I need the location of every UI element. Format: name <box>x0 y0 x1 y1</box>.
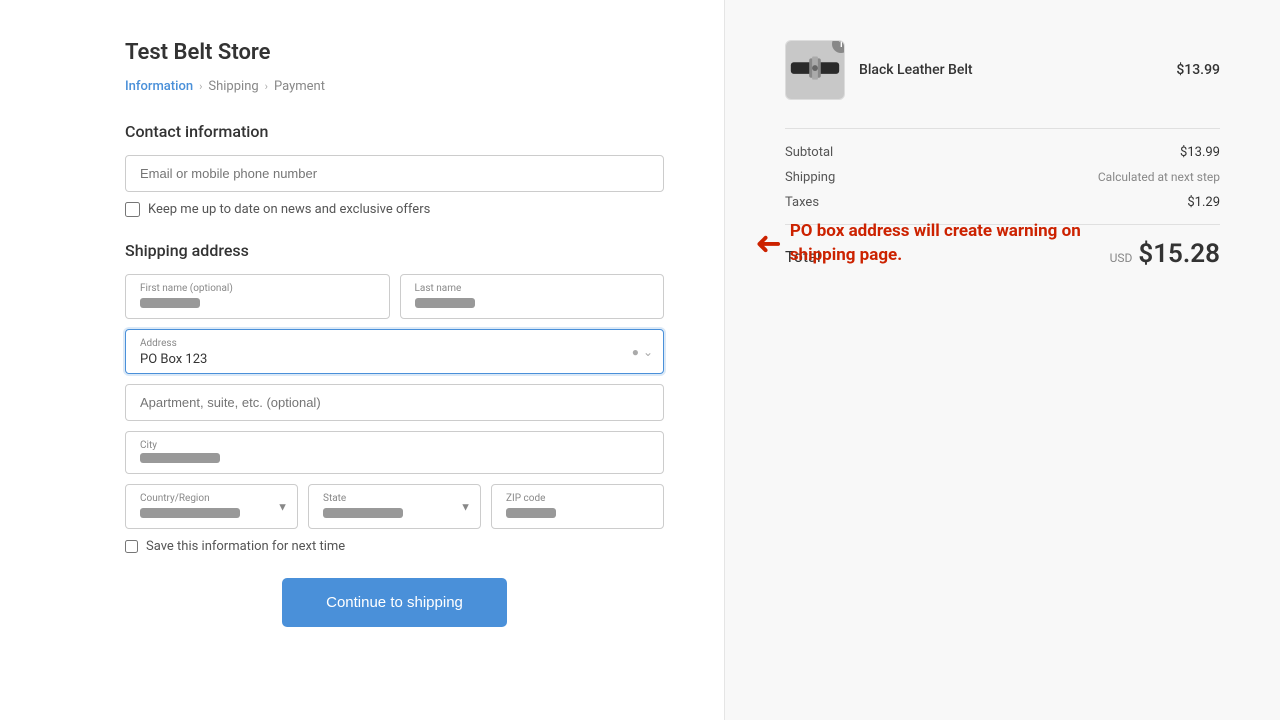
breadcrumb: Information › Shipping › Payment <box>125 79 664 94</box>
product-row: 1 Black Leather Belt $13.99 <box>785 40 1220 100</box>
address-wrapper: Address PO Box 123 ● ⌄ <box>125 329 664 374</box>
subtotal-row: Subtotal $13.99 <box>785 145 1220 160</box>
city-wrapper: City <box>125 431 664 474</box>
shipping-label: Shipping <box>785 170 835 185</box>
person-icon: ● <box>632 345 639 359</box>
annotation-arrow-icon: ➜ <box>755 226 782 261</box>
zip-value-blurred <box>506 508 556 518</box>
breadcrumb-payment[interactable]: Payment <box>274 79 325 94</box>
zip-label: ZIP code <box>506 493 649 504</box>
newsletter-checkbox[interactable] <box>125 202 140 217</box>
subtotal-value: $13.99 <box>1180 145 1220 160</box>
product-image: 1 <box>785 40 845 100</box>
state-group: State ▼ <box>308 484 481 529</box>
state-zip-row: Country/Region ▼ State ▼ ZIP code <box>125 484 664 529</box>
annotation: ➜ PO box address will create warning on … <box>755 220 1110 268</box>
save-checkbox[interactable] <box>125 540 138 553</box>
address-value[interactable]: PO Box 123 <box>140 352 207 367</box>
taxes-label: Taxes <box>785 195 819 210</box>
right-panel: 1 Black Leather Belt $13.99 Subtotal $13… <box>725 0 1280 720</box>
total-amount: $15.28 <box>1138 239 1220 269</box>
state-wrapper: State <box>308 484 481 529</box>
newsletter-row: Keep me up to date on news and exclusive… <box>125 202 664 217</box>
address-label: Address <box>140 338 649 349</box>
breadcrumb-information[interactable]: Information <box>125 79 193 94</box>
left-panel: Test Belt Store Information › Shipping ›… <box>0 0 725 720</box>
newsletter-label: Keep me up to date on news and exclusive… <box>148 202 430 217</box>
last-name-wrapper: Last name <box>400 274 665 319</box>
total-value-wrapper: USD $15.28 <box>1110 239 1220 269</box>
last-name-value-blurred <box>415 298 475 308</box>
city-label: City <box>140 440 649 451</box>
save-row: Save this information for next time <box>125 539 664 554</box>
last-name-label: Last name <box>415 283 650 294</box>
continue-btn-wrapper: Continue to shipping <box>125 578 664 627</box>
annotation-text: PO box address will create warning on sh… <box>790 220 1110 268</box>
zip-group: ZIP code <box>491 484 664 529</box>
country-group: Country/Region ▼ <box>125 484 298 529</box>
divider-1 <box>785 128 1220 129</box>
product-name: Black Leather Belt <box>859 62 1162 78</box>
shipping-row: Shipping Calculated at next step <box>785 170 1220 185</box>
continue-to-shipping-button[interactable]: Continue to shipping <box>282 578 507 627</box>
country-label: Country/Region <box>140 493 283 504</box>
contact-section-title: Contact information <box>125 122 664 141</box>
first-name-group: First name (optional) <box>125 274 390 319</box>
state-value-blurred <box>323 508 403 518</box>
last-name-group: Last name <box>400 274 665 319</box>
email-input[interactable] <box>125 155 664 192</box>
apt-input[interactable] <box>125 384 664 421</box>
shipping-value: Calculated at next step <box>1098 170 1220 185</box>
breadcrumb-shipping[interactable]: Shipping <box>208 79 258 94</box>
email-group <box>125 155 664 192</box>
address-icons: ● ⌄ <box>632 345 653 359</box>
first-name-value-blurred <box>140 298 200 308</box>
first-name-wrapper: First name (optional) <box>125 274 390 319</box>
store-title: Test Belt Store <box>125 40 664 65</box>
apt-group <box>125 384 664 421</box>
taxes-value: $1.29 <box>1187 195 1220 210</box>
address-group: Address PO Box 123 ● ⌄ <box>125 329 664 374</box>
first-name-label: First name (optional) <box>140 283 375 294</box>
save-label: Save this information for next time <box>146 539 345 554</box>
shipping-section-title: Shipping address <box>125 241 664 260</box>
breadcrumb-sep-1: › <box>199 80 202 93</box>
dropdown-icon: ⌄ <box>643 345 653 359</box>
city-group: City <box>125 431 664 474</box>
country-wrapper: Country/Region <box>125 484 298 529</box>
country-value-blurred <box>140 508 240 518</box>
zip-wrapper: ZIP code <box>491 484 664 529</box>
total-currency: USD <box>1110 251 1133 265</box>
product-price: $13.99 <box>1176 62 1220 78</box>
city-value-blurred <box>140 453 220 463</box>
state-label: State <box>323 493 466 504</box>
breadcrumb-sep-2: › <box>265 80 268 93</box>
subtotal-label: Subtotal <box>785 145 833 160</box>
name-row: First name (optional) Last name <box>125 274 664 319</box>
taxes-row: Taxes $1.29 <box>785 195 1220 210</box>
